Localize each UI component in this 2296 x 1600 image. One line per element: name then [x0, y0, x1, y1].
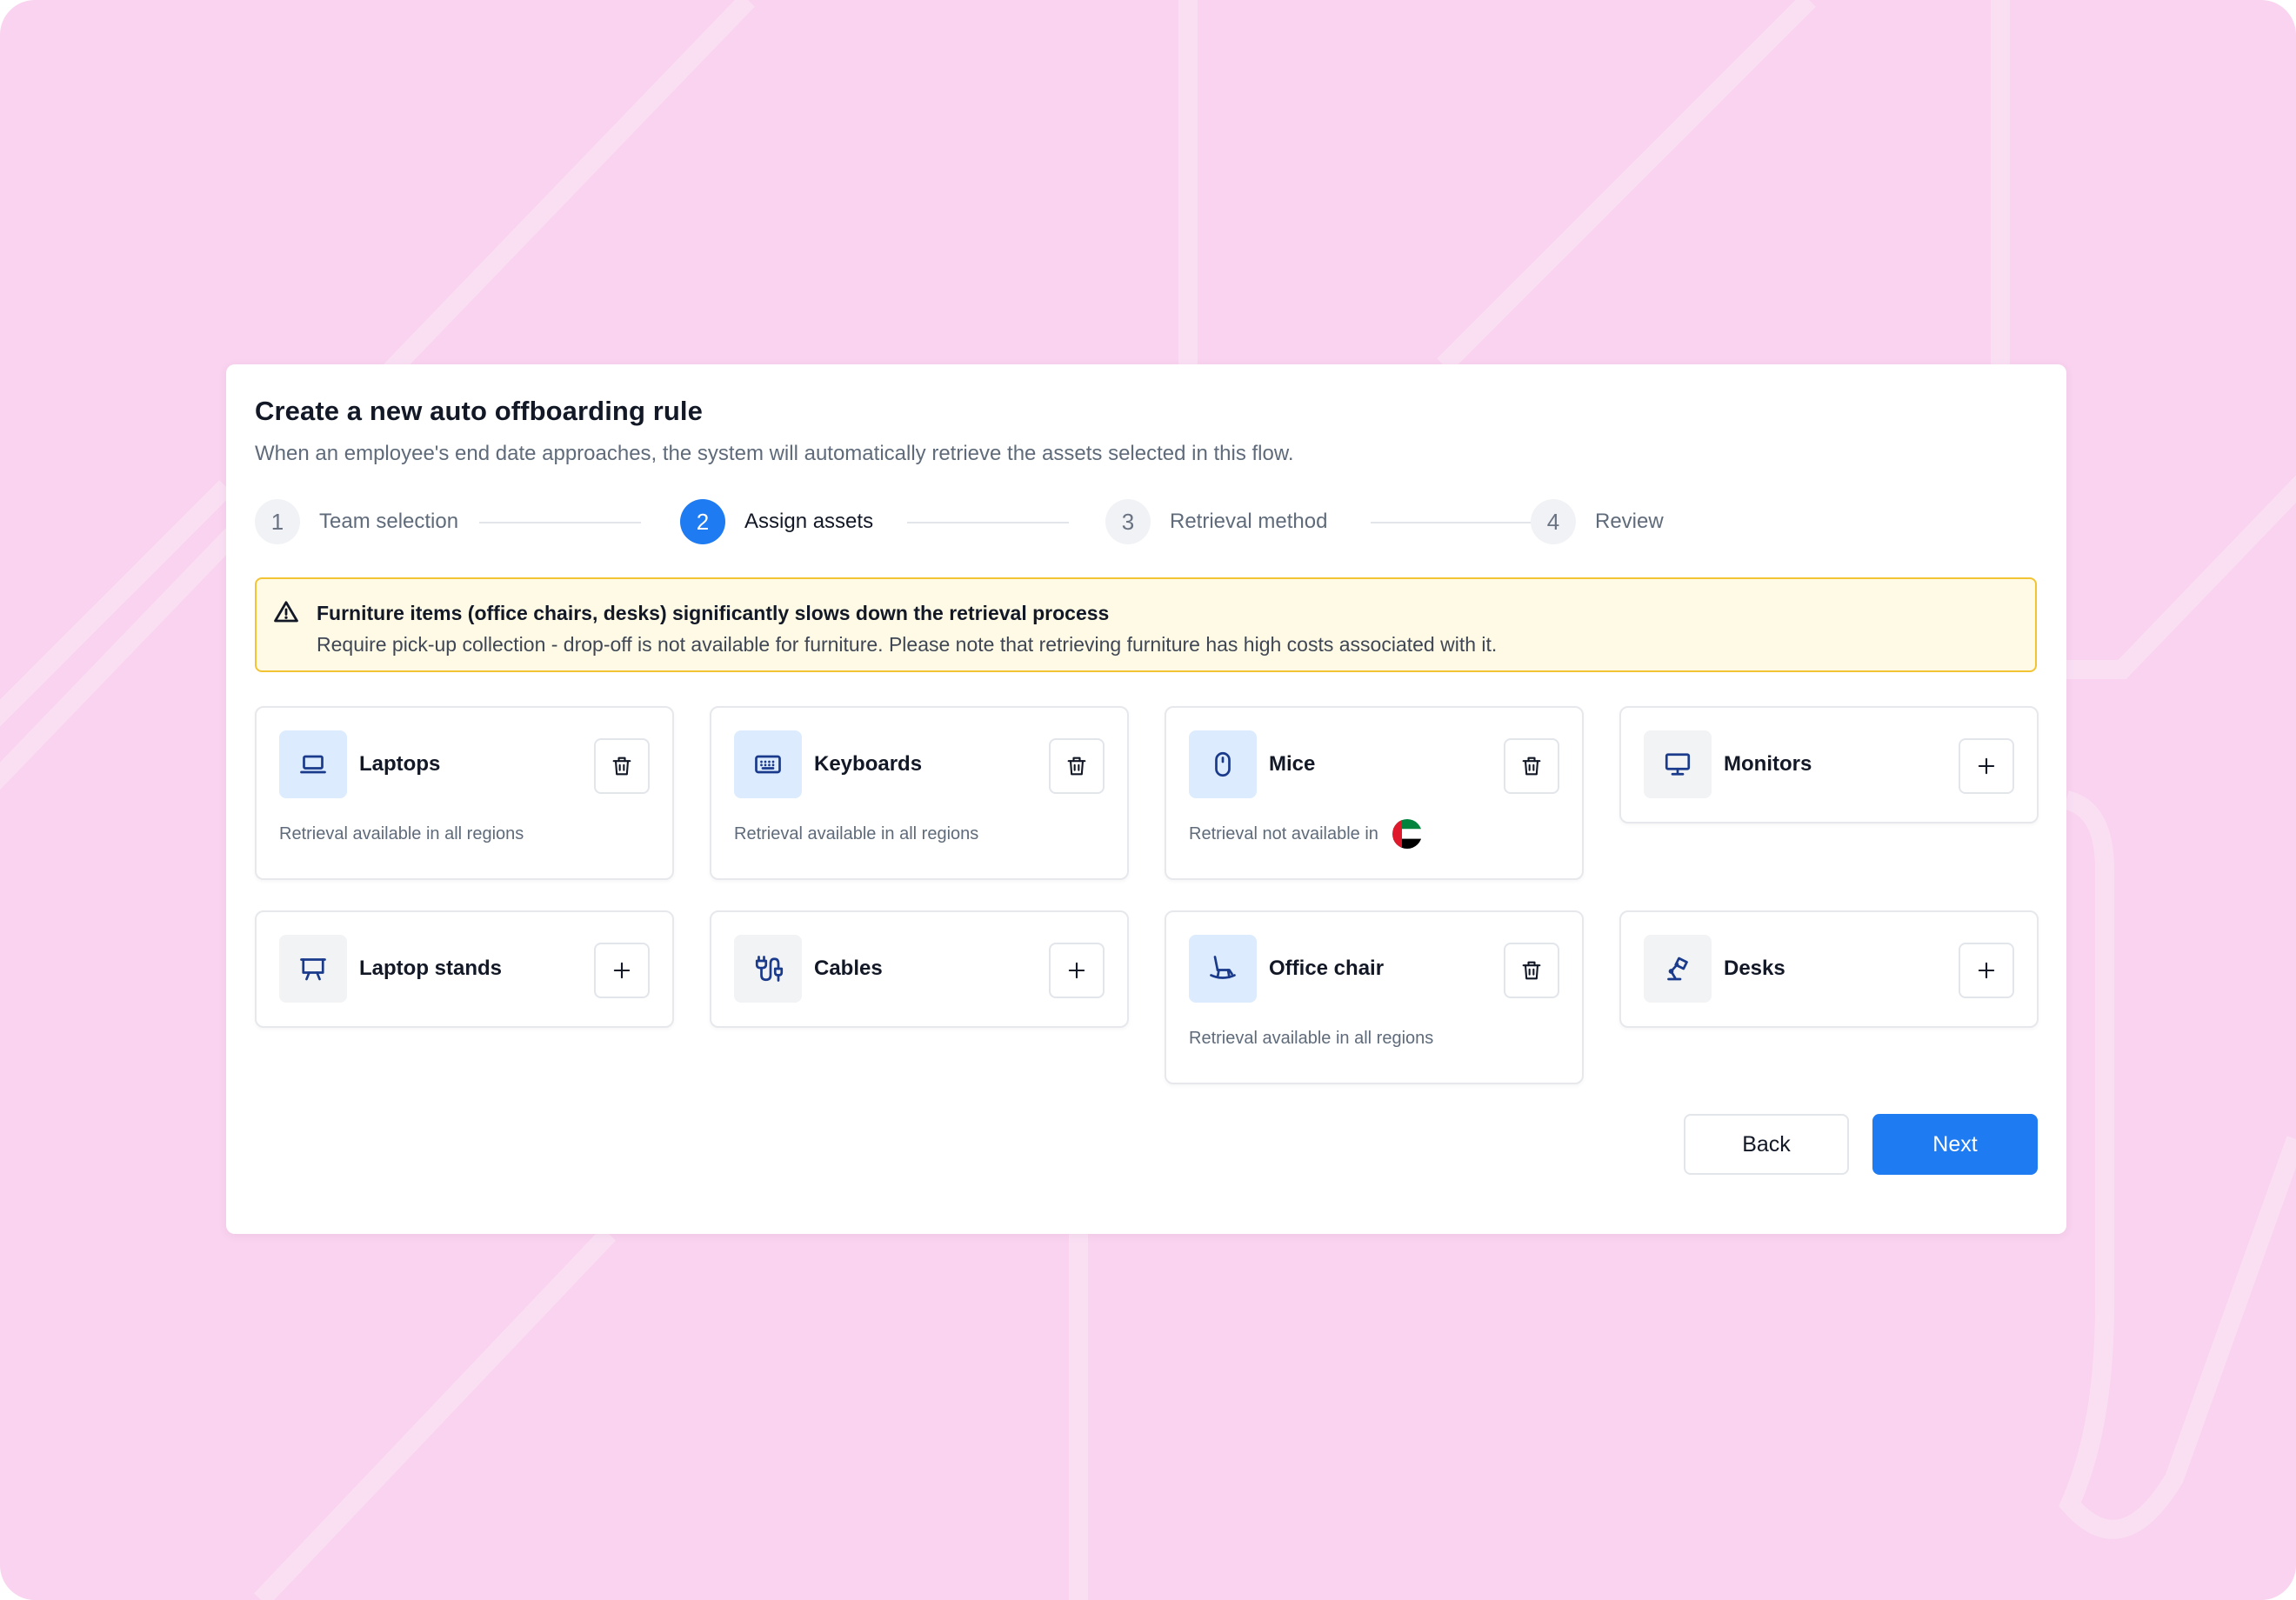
- stepper: 1 Team selection 2 Assign assets 3 Retri…: [255, 499, 2046, 544]
- add-cables-button[interactable]: [1049, 943, 1105, 998]
- asset-status: Retrieval available in all regions: [734, 824, 979, 843]
- step-label: Assign assets: [744, 510, 874, 533]
- asset-card-desks: Desks: [1619, 910, 2039, 1028]
- step-team-selection[interactable]: 1 Team selection: [255, 499, 458, 544]
- step-number: 2: [680, 499, 725, 544]
- asset-status: Retrieval available in all regions: [1189, 1029, 1434, 1048]
- asset-icon-tile: [1644, 730, 1712, 798]
- step-label: Team selection: [319, 510, 459, 533]
- asset-icon-tile: [279, 935, 347, 1003]
- asset-name: Laptops: [359, 752, 441, 776]
- asset-name: Mice: [1269, 752, 1316, 776]
- asset-name: Desks: [1724, 957, 1785, 980]
- warning-text: Require pick-up collection - drop-off is…: [317, 633, 1498, 656]
- asset-card-office-chair: Office chair Retrieval available in all …: [1165, 910, 1584, 1084]
- step-number: 3: [1105, 499, 1151, 544]
- cable-icon: [755, 956, 784, 982]
- asset-status-row: Retrieval not available in: [1189, 819, 1422, 849]
- asset-icon-tile: [1189, 730, 1257, 798]
- add-desks-button[interactable]: [1959, 943, 2014, 998]
- delete-icon: [1067, 757, 1086, 776]
- mouse-icon: [1215, 751, 1231, 777]
- plus-icon: [1978, 757, 1995, 775]
- step-connector: [907, 522, 1069, 523]
- plus-icon: [613, 962, 631, 979]
- asset-icon-tile: [279, 730, 347, 798]
- asset-status: Retrieval available in all regions: [279, 824, 524, 843]
- warning-title: Furniture items (office chairs, desks) s…: [317, 602, 1110, 624]
- asset-card-monitors: Monitors: [1619, 706, 2039, 823]
- step-review[interactable]: 4 Review: [1531, 499, 1664, 544]
- plus-icon: [1068, 962, 1085, 979]
- asset-card-laptop-stands: Laptop stands: [255, 910, 674, 1028]
- plus-icon: [1978, 962, 1995, 979]
- laptop-icon: [300, 755, 326, 774]
- add-monitors-button[interactable]: [1959, 738, 2014, 794]
- step-number: 1: [255, 499, 300, 544]
- warning-triangle-icon: [274, 601, 298, 623]
- step-connector: [1371, 522, 1532, 523]
- asset-name: Laptop stands: [359, 957, 503, 980]
- asset-card-mice: Mice Retrieval not available in: [1165, 706, 1584, 880]
- asset-card-cables: Cables: [710, 910, 1129, 1028]
- asset-name: Keyboards: [814, 752, 923, 776]
- step-number: 4: [1531, 499, 1576, 544]
- asset-icon-tile: [734, 730, 802, 798]
- asset-status: Retrieval not available in: [1189, 823, 1378, 843]
- asset-name: Office chair: [1269, 957, 1385, 980]
- remove-keyboards-button[interactable]: [1049, 738, 1105, 794]
- laptop-stand-icon: [300, 958, 326, 981]
- modal-title: Create a new auto offboarding rule: [255, 396, 703, 426]
- asset-card-laptops: Laptops Retrieval available in all regio…: [255, 706, 674, 880]
- office-chair-icon: [1210, 956, 1236, 979]
- monitor-icon: [1665, 753, 1691, 776]
- remove-laptops-button[interactable]: [594, 738, 650, 794]
- delete-icon: [1522, 757, 1541, 776]
- step-label: Review: [1595, 510, 1664, 533]
- step-connector: [479, 522, 641, 523]
- back-button[interactable]: Back: [1684, 1114, 1849, 1175]
- remove-office-chair-button[interactable]: [1504, 943, 1559, 998]
- delete-icon: [612, 757, 631, 776]
- furniture-warning-banner: Furniture items (office chairs, desks) s…: [255, 577, 2037, 672]
- keyboard-icon: [755, 755, 781, 774]
- remove-mice-button[interactable]: [1504, 738, 1559, 794]
- step-label: Retrieval method: [1170, 510, 1328, 533]
- asset-icon-tile: [1189, 935, 1257, 1003]
- asset-icon-tile: [734, 935, 802, 1003]
- asset-name: Cables: [814, 957, 883, 980]
- next-button[interactable]: Next: [1872, 1114, 2038, 1175]
- uae-flag-icon: [1392, 819, 1422, 849]
- add-laptop-stands-button[interactable]: [594, 943, 650, 998]
- desk-lamp-icon: [1667, 957, 1688, 981]
- delete-icon: [1522, 961, 1541, 980]
- asset-icon-tile: [1644, 935, 1712, 1003]
- asset-card-keyboards: Keyboards Retrieval available in all reg…: [710, 706, 1129, 880]
- offboarding-rule-modal: Create a new auto offboarding rule When …: [226, 364, 2066, 1234]
- step-assign-assets[interactable]: 2 Assign assets: [680, 499, 873, 544]
- asset-name: Monitors: [1724, 752, 1812, 776]
- page-background: Create a new auto offboarding rule When …: [0, 0, 2296, 1600]
- modal-subtitle: When an employee's end date approaches, …: [255, 442, 1294, 465]
- step-retrieval-method[interactable]: 3 Retrieval method: [1105, 499, 1327, 544]
